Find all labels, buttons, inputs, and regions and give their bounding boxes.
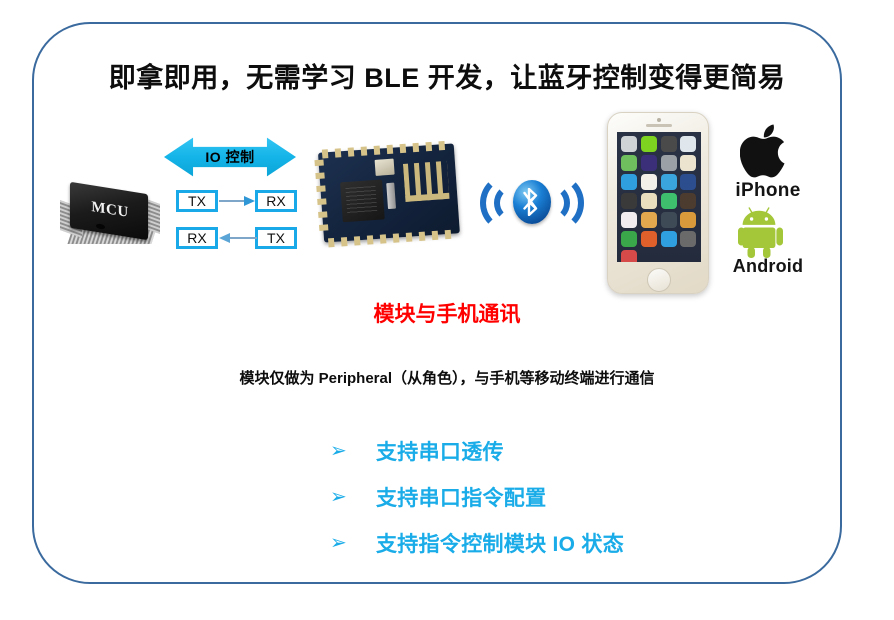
phone-app-icon — [680, 212, 697, 228]
android-label: Android — [732, 256, 804, 276]
io-arrow-label: IO 控制 — [205, 149, 255, 165]
ble-pcb-antenna — [402, 160, 450, 202]
list-item: ➢ 支持串口透传 — [330, 428, 790, 474]
section-subtitle: 模块与手机通讯 — [373, 303, 521, 326]
android-robot-icon — [738, 206, 798, 260]
phone-front-camera — [657, 118, 661, 122]
bluetooth-signal-icon — [478, 166, 584, 244]
feature-list: ➢ 支持串口透传 ➢ 支持串口指令配置 ➢ 支持指令控制模块 IO 状态 — [330, 428, 790, 566]
list-item: ➢ 支持指令控制模块 IO 状态 — [330, 520, 790, 566]
phone-app-icon — [621, 136, 637, 152]
phone-app-icon — [640, 212, 657, 228]
phone-app-icon — [680, 174, 697, 190]
phone-app-icon — [621, 174, 637, 190]
phone-app-icon — [640, 136, 657, 152]
phone-app-icon — [640, 155, 657, 171]
feature-label: 支持串口透传 — [376, 441, 504, 464]
uart-rx-box-top: RX — [255, 190, 297, 212]
bt-core-badge — [513, 180, 551, 224]
ble-ic-chip — [340, 179, 385, 223]
description-text: 模块仅做为 Peripheral（从角色），与手机等移动终端进行通信 — [239, 370, 655, 387]
phone-app-icon — [680, 193, 697, 209]
phone-screen — [617, 132, 701, 262]
arrow-right-icon — [219, 196, 259, 206]
uart-rx-box-bottom: RX — [176, 227, 218, 249]
iphone-device-icon — [607, 112, 709, 294]
bullet-arrow-icon: ➢ — [330, 486, 347, 508]
phone-app-icon — [621, 193, 637, 209]
uart-tx-box-bottom: TX — [255, 227, 297, 249]
phone-app-icon — [660, 193, 677, 209]
double-arrow-icon: IO 控制 — [164, 136, 296, 178]
list-item: ➢ 支持串口指令配置 — [330, 474, 790, 520]
phone-app-icon — [680, 231, 697, 247]
phone-app-icon — [621, 231, 637, 247]
arrow-shaft — [230, 237, 257, 239]
phone-app-icon — [640, 231, 657, 247]
arrow-head — [244, 196, 255, 206]
ble-module-board-icon — [312, 138, 467, 250]
page-title: 即拿即用，无需学习 BLE 开发，让蓝牙控制变得更简易 — [108, 63, 786, 93]
phone-app-icon — [680, 155, 697, 171]
phone-app-icon — [660, 174, 677, 190]
phone-app-icon — [640, 174, 657, 190]
mcu-chip-icon: MCU — [58, 178, 162, 252]
phone-earpiece — [646, 124, 672, 127]
phone-app-icon — [680, 136, 697, 152]
feature-label: 支持指令控制模块 IO 状态 — [376, 533, 625, 556]
phone-app-icon — [621, 212, 637, 228]
ble-capacitor — [374, 158, 395, 176]
phone-app-icon — [660, 212, 677, 228]
apple-label: iPhone — [735, 180, 801, 201]
phone-app-icon — [660, 136, 677, 152]
phone-app-icon — [621, 250, 637, 262]
ble-crystal — [386, 182, 397, 210]
bullet-arrow-icon: ➢ — [330, 532, 347, 554]
phone-app-icon — [660, 231, 677, 247]
phone-app-grid — [621, 136, 697, 262]
arrow-left-icon — [219, 233, 259, 243]
arrow-shaft — [219, 200, 245, 202]
uart-tx-box-top: TX — [176, 190, 218, 212]
phone-app-icon — [660, 155, 677, 171]
phone-app-icon — [640, 193, 657, 209]
bullet-arrow-icon: ➢ — [330, 440, 347, 462]
phone-app-icon — [621, 155, 637, 171]
feature-label: 支持串口指令配置 — [376, 487, 547, 510]
phone-home-button — [647, 268, 671, 292]
apple-logo-icon — [739, 122, 796, 180]
arrow-head — [219, 233, 230, 243]
